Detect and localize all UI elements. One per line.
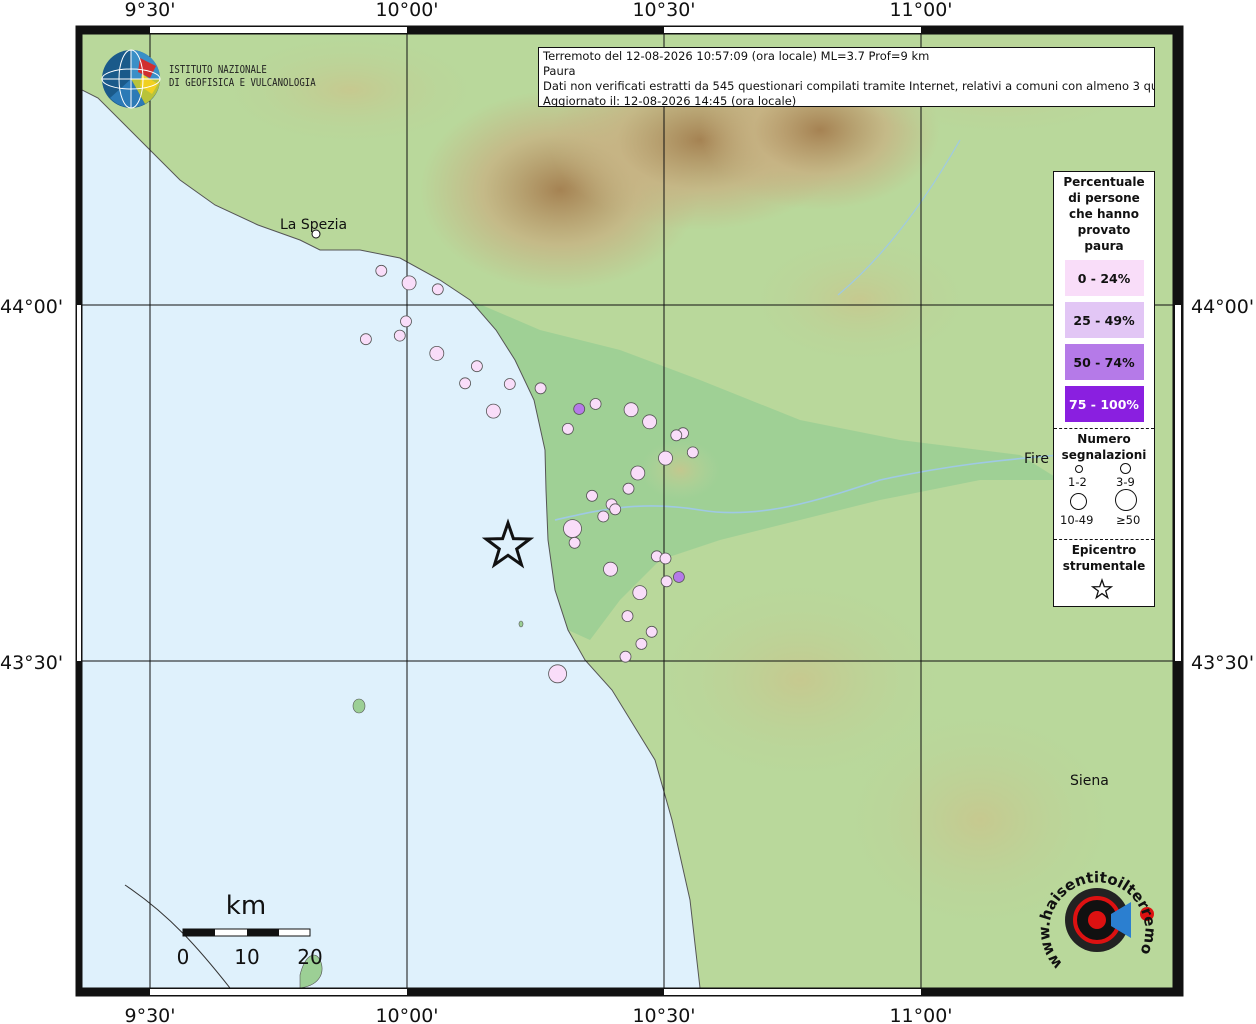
intensity-point	[597, 510, 610, 523]
lon-tick-label: 10°30'	[632, 1005, 695, 1024]
legend-swatch: 50 - 74%	[1064, 344, 1144, 380]
terrain	[82, 34, 1173, 988]
intensity-point	[632, 585, 648, 600]
hai-sentito-logo: www.haisentitoilterremoto.it	[1035, 862, 1155, 973]
legend-title-line: di persone	[1068, 191, 1140, 205]
size-circle-icon	[1070, 493, 1087, 510]
intensity-point	[470, 360, 483, 373]
city-label: La Spezia	[280, 217, 347, 233]
intensity-point	[589, 398, 602, 410]
legend: Percentuale di persone che hanno provato…	[1053, 171, 1155, 607]
intensity-point	[645, 625, 658, 638]
scale-label: 20	[297, 945, 322, 969]
intensity-point	[673, 571, 685, 583]
legend-swatch: 75 - 100%	[1064, 386, 1144, 422]
intensity-point	[686, 446, 699, 459]
lat-tick-label: 44°00'	[1191, 296, 1254, 318]
intensity-point	[485, 403, 501, 419]
lon-labels-bottom: 9°30' 10°00' 10°30' 11°00'	[125, 1005, 953, 1024]
intensity-point	[568, 536, 581, 549]
city-label: Fire	[1024, 451, 1049, 467]
intensity-point	[562, 422, 574, 435]
event-info-line: Dati non verificati estratti da 545 ques…	[543, 79, 1155, 93]
size-label: 10-49	[1060, 513, 1094, 527]
intensity-point	[429, 345, 445, 361]
legend-swatch: 25 - 49%	[1064, 302, 1144, 338]
scale-unit: km	[226, 891, 266, 921]
legend-title: Percentuale di persone che hanno provato…	[1054, 174, 1154, 254]
intensity-point	[586, 489, 598, 502]
lon-tick-label: 10°00'	[375, 0, 438, 21]
event-info-line: Paura	[543, 64, 576, 78]
event-info-line: Aggiornato il: 12-08-2026 14:45 (ora loc…	[543, 94, 797, 107]
intensity-point	[548, 664, 567, 684]
lon-tick-label: 9°30'	[125, 0, 176, 21]
legend-count-title-line: segnalazioni	[1061, 448, 1147, 462]
lon-tick-label: 10°00'	[375, 1005, 438, 1024]
intensity-point	[609, 503, 622, 516]
intensity-point	[635, 638, 648, 650]
legend-title-line: provato	[1077, 223, 1131, 237]
size-circle-icon	[1075, 465, 1083, 473]
intensity-point	[622, 482, 635, 495]
intensity-point	[459, 377, 472, 390]
ingv-logo	[101, 49, 161, 109]
scale-label: 10	[234, 945, 259, 969]
intensity-point	[619, 650, 632, 663]
lon-tick-label: 9°30'	[125, 1005, 176, 1024]
legend-epicenter-title-line: strumentale	[1062, 559, 1146, 573]
intensity-point	[670, 429, 683, 442]
ingv-name-line1: ISTITUTO NAZIONALE	[169, 63, 267, 76]
intensity-point	[401, 275, 417, 291]
size-label: 1-2	[1068, 475, 1087, 489]
intensity-point	[431, 283, 444, 296]
size-label: 3-9	[1116, 475, 1135, 489]
legend-star-icon	[1090, 578, 1114, 600]
intensity-point	[534, 382, 547, 395]
intensity-point	[573, 403, 586, 415]
event-info-box: Terremoto del 12-08-2026 10:57:09 (ora l…	[538, 47, 1155, 107]
size-circle-icon	[1120, 463, 1131, 474]
lat-tick-label: 43°30'	[0, 652, 63, 674]
intensity-point	[375, 264, 388, 277]
intensity-point	[400, 315, 412, 328]
intensity-point	[563, 519, 582, 538]
intensity-point	[603, 561, 618, 577]
intensity-point	[503, 378, 516, 390]
size-label: ≥50	[1116, 513, 1141, 527]
intensity-point	[630, 465, 646, 481]
legend-title-line: Percentuale	[1063, 175, 1145, 189]
event-info-line: Terremoto del 12-08-2026 10:57:09 (ora l…	[543, 49, 930, 63]
intensity-point	[393, 329, 406, 342]
city-label: Siena	[1070, 773, 1109, 789]
size-circle-icon	[1115, 489, 1137, 511]
legend-epicenter-title: Epicentro strumentale	[1054, 542, 1154, 574]
legend-count-title-line: Numero	[1077, 432, 1131, 446]
lat-tick-label: 44°00'	[0, 296, 63, 318]
intensity-point	[621, 610, 634, 622]
legend-title-line: paura	[1084, 239, 1124, 253]
lon-tick-label: 10°30'	[632, 0, 695, 21]
legend-epicenter-title-line: Epicentro	[1071, 543, 1137, 557]
intensity-point	[642, 414, 657, 430]
intensity-point	[659, 552, 672, 565]
lon-labels-top: 9°30' 10°00' 10°30' 11°00'	[125, 0, 953, 21]
lon-tick-label: 11°00'	[889, 0, 952, 21]
ingv-name-line2: DI GEOFISICA E VULCANOLOGIA	[169, 76, 316, 89]
legend-size-classes: 1-2 3-9 10-49 ≥50	[1054, 463, 1154, 533]
intensity-point	[359, 333, 372, 346]
scale-label: 0	[177, 945, 190, 969]
legend-swatch: 0 - 24%	[1064, 260, 1144, 296]
intensity-point	[623, 402, 639, 418]
lon-tick-label: 11°00'	[889, 1005, 952, 1024]
legend-count-title: Numero segnalazioni	[1054, 431, 1154, 463]
intensity-point	[658, 450, 673, 466]
intensity-point	[660, 575, 673, 588]
legend-title-line: che hanno	[1069, 207, 1139, 221]
lat-tick-label: 43°30'	[1191, 652, 1254, 674]
ingv-name: ISTITUTO NAZIONALE DI GEOFISICA E VULCAN…	[169, 63, 316, 89]
